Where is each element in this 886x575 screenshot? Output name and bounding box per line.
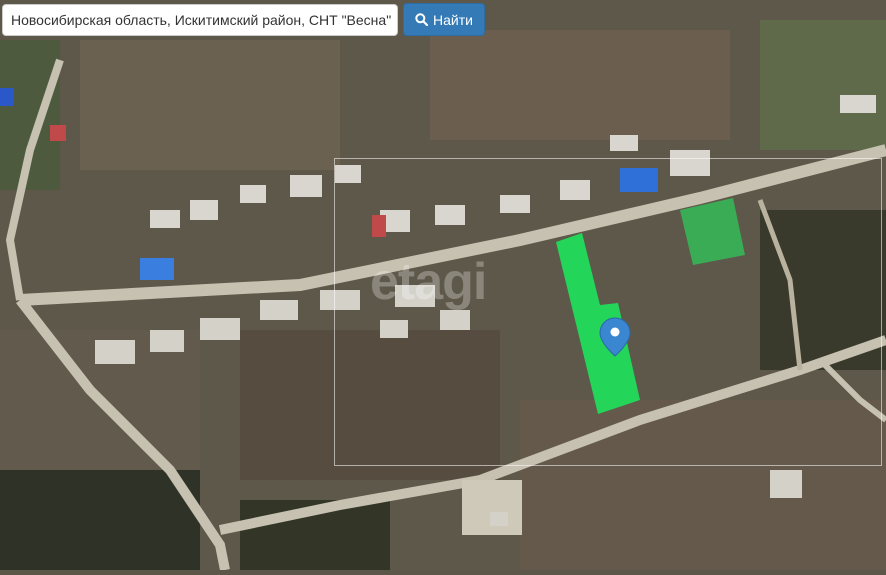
field-patch bbox=[520, 400, 886, 570]
search-button[interactable]: Найти bbox=[403, 3, 485, 36]
red-roof bbox=[50, 125, 66, 141]
address-search-input[interactable]: Новосибирская область, Искитимский район… bbox=[2, 4, 398, 36]
field-patch bbox=[80, 40, 340, 170]
gravel-lot bbox=[462, 480, 522, 535]
map-watermark: etagi bbox=[370, 253, 487, 311]
blue-roof bbox=[620, 168, 658, 192]
blue-roof bbox=[0, 88, 14, 106]
satellite-map[interactable]: etagi bbox=[0, 0, 886, 571]
dark-vegetation bbox=[0, 470, 200, 570]
search-icon bbox=[415, 13, 429, 26]
red-roof bbox=[372, 215, 386, 237]
field-patch bbox=[430, 30, 730, 140]
search-button-label: Найти bbox=[433, 11, 473, 28]
blue-roof bbox=[140, 258, 174, 280]
field-patch bbox=[760, 20, 886, 150]
field-patch bbox=[240, 330, 500, 480]
